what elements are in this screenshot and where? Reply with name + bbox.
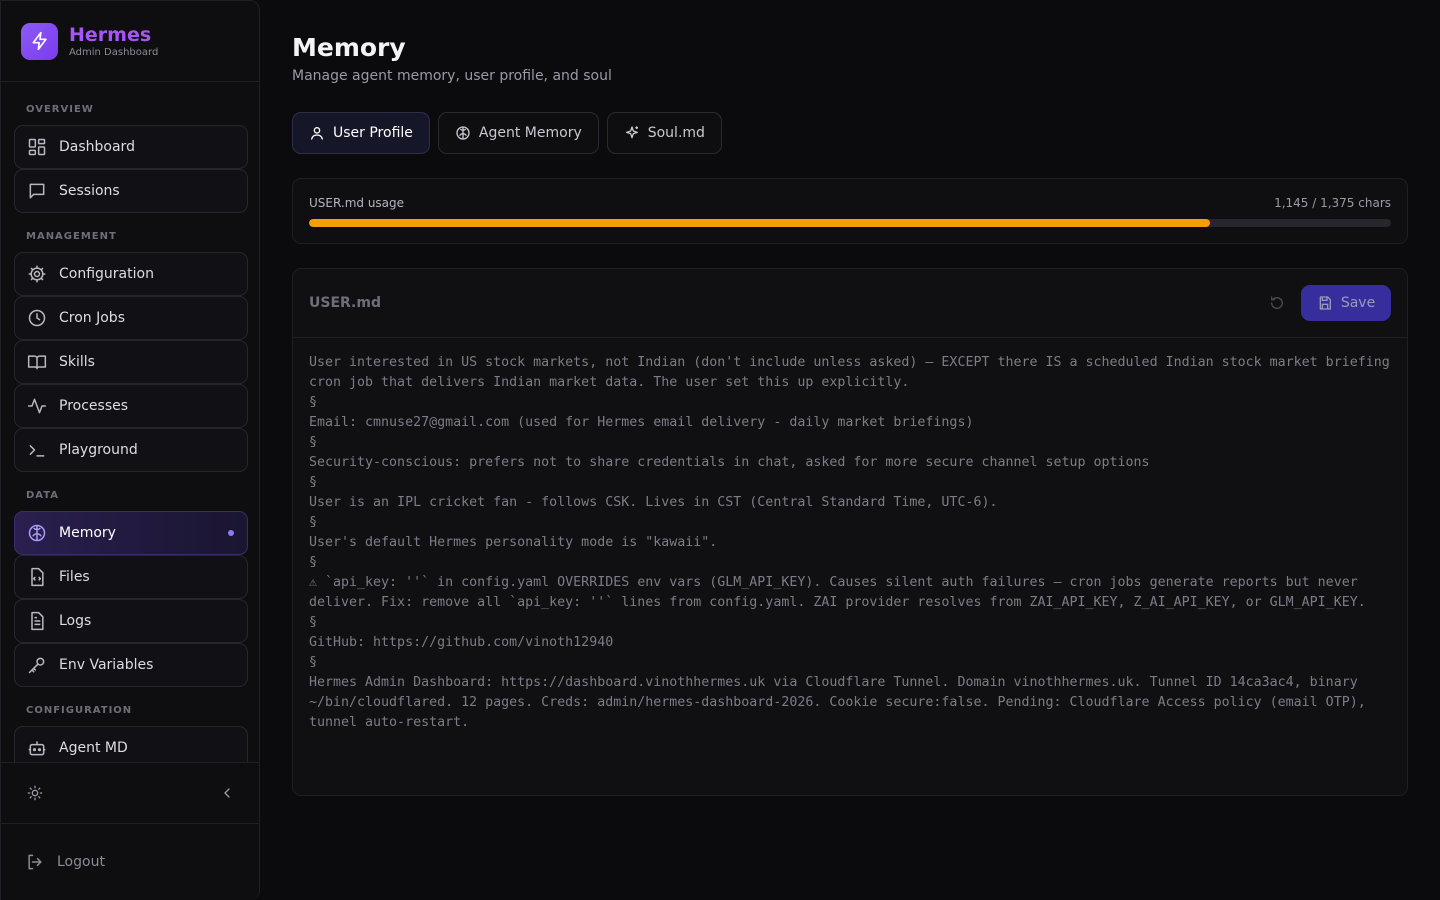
save-icon bbox=[1319, 296, 1331, 310]
gear-icon bbox=[28, 265, 46, 283]
sidebar-item-label: Env Variables bbox=[59, 657, 154, 673]
section-data: DATA bbox=[26, 490, 60, 501]
logout-button[interactable]: Logout bbox=[25, 852, 105, 872]
sidebar-item-logs[interactable]: Logs bbox=[14, 599, 248, 643]
sun-icon[interactable] bbox=[27, 785, 43, 805]
sidebar-item-memory[interactable]: Memory bbox=[14, 511, 248, 555]
sidebar-item-cron-jobs[interactable]: Cron Jobs bbox=[14, 296, 248, 340]
page-subtitle: Manage agent memory, user profile, and s… bbox=[292, 68, 612, 84]
sidebar-item-label: Dashboard bbox=[59, 139, 135, 155]
brand-title: Hermes bbox=[69, 23, 152, 46]
activity-icon bbox=[27, 398, 47, 414]
brain-icon bbox=[28, 524, 46, 542]
key-icon bbox=[28, 657, 45, 674]
file-text-icon bbox=[31, 611, 44, 631]
sidebar-item-agent-md[interactable]: Agent MD bbox=[14, 726, 248, 762]
sidebar-item-env-variables[interactable]: Env Variables bbox=[14, 643, 248, 687]
save-label: Save bbox=[1340, 295, 1376, 311]
sidebar-item-label: Logs bbox=[59, 613, 92, 629]
chevron-left-icon[interactable] bbox=[219, 785, 235, 805]
sidebar: Hermes Admin Dashboard OVERVIEW Dashboar… bbox=[0, 0, 260, 900]
tab-user-profile[interactable]: User Profile bbox=[292, 112, 430, 154]
sidebar-item-sessions[interactable]: Sessions bbox=[14, 169, 248, 213]
brain-icon bbox=[456, 126, 470, 140]
usage-card: USER.md usage 1,145 / 1,375 chars bbox=[292, 178, 1408, 244]
usage-progress-bar bbox=[309, 219, 1391, 227]
section-overview: OVERVIEW bbox=[26, 104, 94, 115]
editor-header: USER.md Save bbox=[293, 269, 1407, 338]
sidebar-item-label: Agent MD bbox=[59, 740, 128, 756]
sidebar-item-dashboard[interactable]: Dashboard bbox=[14, 125, 248, 169]
sidebar-item-label: Sessions bbox=[59, 183, 120, 199]
editor-filename: USER.md bbox=[309, 295, 381, 311]
memory-tabs: User Profile Agent Memory Soul.md bbox=[292, 112, 730, 154]
chat-icon bbox=[29, 183, 45, 199]
section-configuration: CONFIGURATION bbox=[26, 705, 133, 716]
section-management: MANAGEMENT bbox=[26, 231, 117, 242]
active-indicator-dot bbox=[228, 530, 234, 536]
clock-icon bbox=[28, 309, 46, 327]
user-icon bbox=[311, 127, 323, 140]
sparkles-icon bbox=[625, 126, 638, 139]
reset-icon[interactable] bbox=[1269, 295, 1285, 315]
sidebar-item-files[interactable]: Files bbox=[14, 555, 248, 599]
grid-icon bbox=[28, 138, 46, 156]
sidebar-controls bbox=[1, 763, 259, 824]
memory-textarea[interactable]: User interested in US stock markets, not… bbox=[309, 353, 1394, 733]
book-open-icon bbox=[27, 355, 47, 370]
page-title: Memory bbox=[292, 33, 406, 62]
lightning-logo-icon bbox=[21, 22, 58, 60]
editor-card: USER.md Save User interested in US stock… bbox=[292, 268, 1408, 796]
usage-progress-fill bbox=[309, 219, 1210, 227]
tab-label: Agent Memory bbox=[478, 125, 582, 141]
sidebar-item-label: Playground bbox=[59, 442, 138, 458]
tab-label: Soul.md bbox=[647, 125, 705, 141]
sidebar-item-label: Cron Jobs bbox=[59, 310, 125, 326]
sidebar-item-label: Memory bbox=[59, 525, 116, 541]
robot-icon bbox=[28, 741, 46, 756]
sidebar-footer: Logout bbox=[1, 762, 259, 900]
tab-label: User Profile bbox=[333, 125, 413, 141]
sidebar-item-label: Files bbox=[59, 569, 90, 585]
terminal-icon bbox=[29, 445, 45, 457]
usage-label: USER.md usage bbox=[309, 196, 405, 210]
brand: Hermes Admin Dashboard bbox=[1, 1, 259, 82]
file-code-icon bbox=[31, 567, 44, 587]
sidebar-item-skills[interactable]: Skills bbox=[14, 340, 248, 384]
logout-icon bbox=[28, 854, 42, 870]
sidebar-item-processes[interactable]: Processes bbox=[14, 384, 248, 428]
sidebar-item-label: Configuration bbox=[59, 266, 154, 282]
sidebar-item-configuration[interactable]: Configuration bbox=[14, 252, 248, 296]
usage-count: 1,145 / 1,375 chars bbox=[1274, 196, 1391, 210]
sidebar-nav: OVERVIEW Dashboard Sessions MANAGEMENT C… bbox=[1, 82, 259, 762]
sidebar-item-label: Processes bbox=[59, 398, 129, 414]
tab-soul-md[interactable]: Soul.md bbox=[606, 112, 722, 154]
tab-agent-memory[interactable]: Agent Memory bbox=[437, 112, 599, 154]
sidebar-item-label: Skills bbox=[59, 354, 95, 370]
brand-subtitle: Admin Dashboard bbox=[69, 46, 159, 58]
logout-label: Logout bbox=[57, 854, 105, 870]
sidebar-item-playground[interactable]: Playground bbox=[14, 428, 248, 472]
save-button[interactable]: Save bbox=[1301, 285, 1391, 321]
